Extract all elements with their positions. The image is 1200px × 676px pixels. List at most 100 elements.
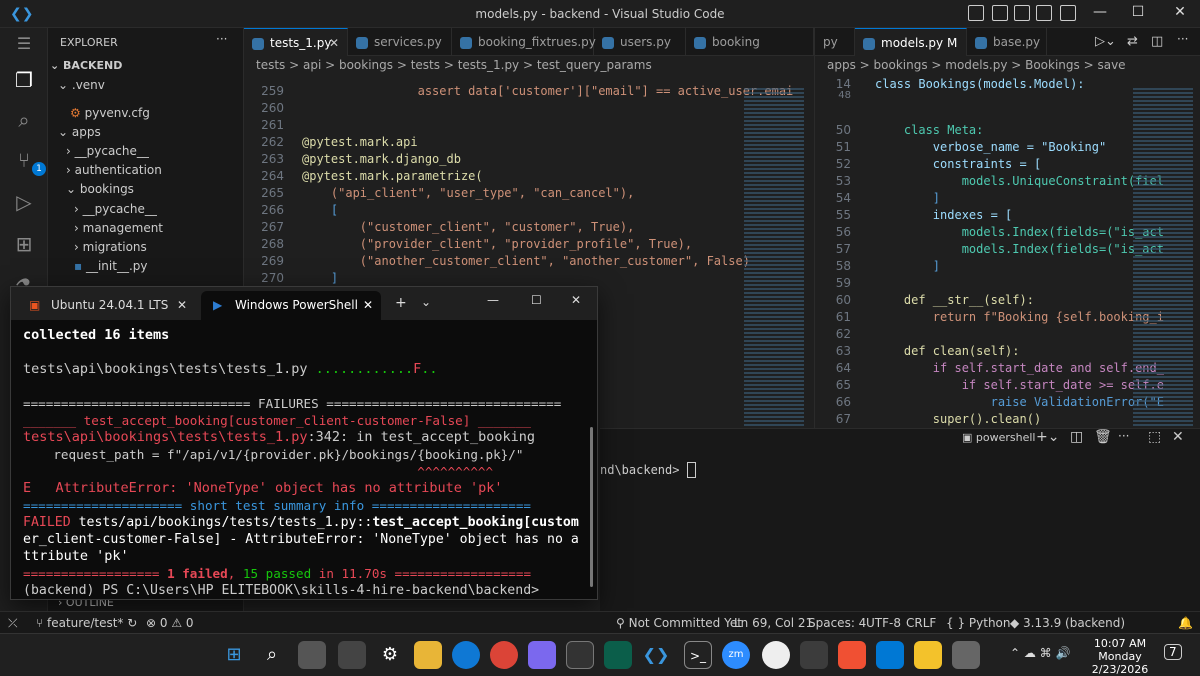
new-tab-icon[interactable]: + — [395, 295, 407, 311]
language-status[interactable]: { } Python — [946, 612, 1011, 634]
remote-icon[interactable]: ⤫ — [8, 612, 18, 634]
split-editor-icon[interactable]: ◫ — [1151, 34, 1163, 49]
line-number: 269 — [261, 254, 284, 268]
tree-item-authentication[interactable]: › authentication — [66, 161, 162, 180]
problems-status[interactable]: ⊗ 0 ⚠ 0 — [146, 612, 194, 634]
notes-icon[interactable] — [914, 641, 942, 669]
eol-status[interactable]: CRLF — [906, 612, 936, 634]
copilot-icon[interactable] — [968, 5, 984, 21]
settings-icon[interactable]: ⚙ — [376, 641, 404, 669]
cursor-position[interactable]: Ln 69, Col 21 — [734, 612, 813, 634]
terminal-panel[interactable]: ▣ powershell +⌄ ◫ 🗑 ··· ⬚ ✕ nd\backend> — [600, 428, 1200, 611]
git-icon[interactable] — [838, 641, 866, 669]
tree-item-pycache[interactable]: › __pycache__ — [66, 142, 149, 161]
notification-badge[interactable]: 7 — [1164, 644, 1182, 660]
toggle-secondary-sidebar-icon[interactable] — [1036, 5, 1052, 21]
indentation-status[interactable]: Spaces: 4 — [808, 612, 866, 634]
outlook-icon[interactable] — [876, 641, 904, 669]
breadcrumb-right[interactable]: apps > bookings > models.py > Bookings >… — [827, 58, 1126, 72]
toggle-sidebar-icon[interactable] — [992, 5, 1008, 21]
tab-py[interactable]: py — [815, 28, 855, 56]
encoding-status[interactable]: UTF-8 — [866, 612, 901, 634]
tab-powershell[interactable]: ▶ Windows PowerShell ✕ — [201, 291, 381, 320]
more-actions-icon[interactable]: ··· — [216, 32, 227, 46]
more-icon[interactable]: ··· — [1177, 32, 1188, 46]
terminal-tab-bar: ▣ Ubuntu 24.04.1 LTS ✕ ▶ Windows PowerShell… — [11, 287, 597, 320]
vscode-taskbar-icon[interactable]: ❮❯ — [642, 641, 670, 669]
extensions-icon[interactable]: ⊞ — [10, 230, 38, 258]
split-terminal-icon[interactable]: ◫ — [1070, 429, 1083, 445]
more-icon[interactable]: ··· — [1118, 429, 1129, 443]
folder-root[interactable]: ⌄ BACKEND — [50, 56, 122, 75]
breadcrumb[interactable]: tests > api > bookings > tests > tests_1… — [256, 58, 652, 72]
edge-icon[interactable] — [452, 641, 480, 669]
search-taskbar-icon[interactable]: ⌕ — [258, 641, 286, 669]
app-icon[interactable] — [528, 641, 556, 669]
tree-item-apps[interactable]: ⌄ apps — [58, 123, 101, 142]
widgets-icon[interactable] — [338, 641, 366, 669]
tree-item-venv[interactable]: ⌄ .venv — [58, 76, 105, 95]
close-button[interactable]: ✕ — [1170, 4, 1190, 20]
run-debug-icon[interactable]: ▷ — [10, 188, 38, 216]
tab-services[interactable]: services.py — [348, 28, 452, 56]
tab-tests-1[interactable]: tests_1.py ✕ — [244, 28, 348, 56]
clock[interactable]: 10:07 AM Monday 2/23/2026 — [1090, 637, 1150, 676]
menu-icon[interactable]: ☰ — [10, 30, 38, 58]
start-icon[interactable]: ⊞ — [220, 641, 248, 669]
tab-users[interactable]: users.py — [594, 28, 686, 56]
windows-terminal-window[interactable]: ▣ Ubuntu 24.04.1 LTS ✕ ▶ Windows PowerShell… — [10, 286, 598, 600]
source-control-icon[interactable]: ⑂ 1 — [10, 146, 46, 176]
branch-status[interactable]: ⑂ feature/test* ↻ — [36, 612, 137, 634]
calculator-icon[interactable] — [952, 641, 980, 669]
new-terminal-icon[interactable]: +⌄ — [1036, 429, 1059, 445]
blame-status[interactable]: ⚲ Not Committed Yet — [616, 612, 742, 634]
tree-item-pyvenv[interactable]: ⚙ pyvenv.cfg — [70, 104, 150, 123]
close-panel-icon[interactable]: ✕ — [1172, 429, 1184, 445]
line-number: 262 — [261, 135, 284, 149]
dropdown-icon[interactable]: ⌄ — [421, 295, 431, 309]
tree-item-management[interactable]: › management — [74, 219, 163, 238]
windows-terminal-taskbar-icon[interactable]: >_ — [684, 641, 712, 669]
minimap-right[interactable] — [1133, 88, 1193, 428]
terminal-app-icon[interactable] — [566, 641, 594, 669]
tree-item-migrations[interactable]: › migrations — [74, 238, 147, 257]
app-icon[interactable] — [604, 641, 632, 669]
maximize-panel-icon[interactable]: ⬚ — [1148, 429, 1161, 445]
toggle-panel-icon[interactable] — [1014, 5, 1030, 21]
tab-booking-fixtrues[interactable]: booking_fixtrues.py — [452, 28, 596, 56]
kill-terminal-icon[interactable]: 🗑 — [1094, 429, 1112, 445]
tab-booking[interactable]: booking — [686, 28, 814, 56]
status-bar: ⤫ ⑂ feature/test* ↻ ⊗ 0 ⚠ 0 ⚲ Not Commit… — [0, 611, 1200, 633]
tab-models[interactable]: models.py M — [855, 28, 967, 56]
line-number: 65 — [835, 378, 851, 392]
task-view-icon[interactable] — [298, 641, 326, 669]
editor-right[interactable]: py models.py M base.py ▷⌄ ⇄ ◫ ··· apps >… — [814, 28, 1200, 428]
search-icon[interactable]: ⌕ — [10, 106, 38, 134]
terminal-maximize-button[interactable]: ☐ — [531, 293, 542, 307]
tray-icons[interactable]: ⌃ ☁ ⌘ 🔊 — [1010, 646, 1070, 660]
tree-item-init[interactable]: ▪ __init__.py — [74, 257, 147, 276]
terminal-minimize-button[interactable]: — — [487, 293, 499, 307]
run-icon[interactable]: ▷⌄ — [1095, 34, 1116, 49]
terminal-shell-label[interactable]: ▣ powershell — [962, 431, 1035, 444]
tab-ubuntu[interactable]: ▣ Ubuntu 24.04.1 LTS ✕ — [17, 291, 195, 320]
maximize-button[interactable]: ☐ — [1128, 4, 1148, 20]
notifications-icon[interactable]: 🔔 — [1178, 612, 1193, 634]
app-icon[interactable] — [800, 641, 828, 669]
tree-item-bookings-pycache[interactable]: › __pycache__ — [74, 200, 157, 219]
chrome-icon[interactable] — [490, 641, 518, 669]
minimize-button[interactable]: — — [1090, 4, 1110, 20]
safari-icon[interactable] — [762, 641, 790, 669]
terminal-close-button[interactable]: ✕ — [571, 293, 581, 307]
interpreter-status[interactable]: ◆ 3.13.9 (backend) — [1010, 612, 1125, 634]
zoom-icon[interactable]: zm — [722, 641, 750, 669]
tree-item-bookings[interactable]: ⌄ bookings — [66, 180, 134, 199]
explorer-icon[interactable]: ❐ — [10, 66, 38, 94]
line-number: 54 — [835, 191, 851, 205]
minimap[interactable] — [744, 88, 804, 428]
compare-icon[interactable]: ⇄ — [1127, 34, 1138, 49]
layout-icon[interactable] — [1060, 5, 1076, 21]
file-explorer-icon[interactable] — [414, 641, 442, 669]
tab-base[interactable]: base.py — [967, 28, 1047, 56]
terminal-scrollbar[interactable] — [590, 427, 593, 587]
